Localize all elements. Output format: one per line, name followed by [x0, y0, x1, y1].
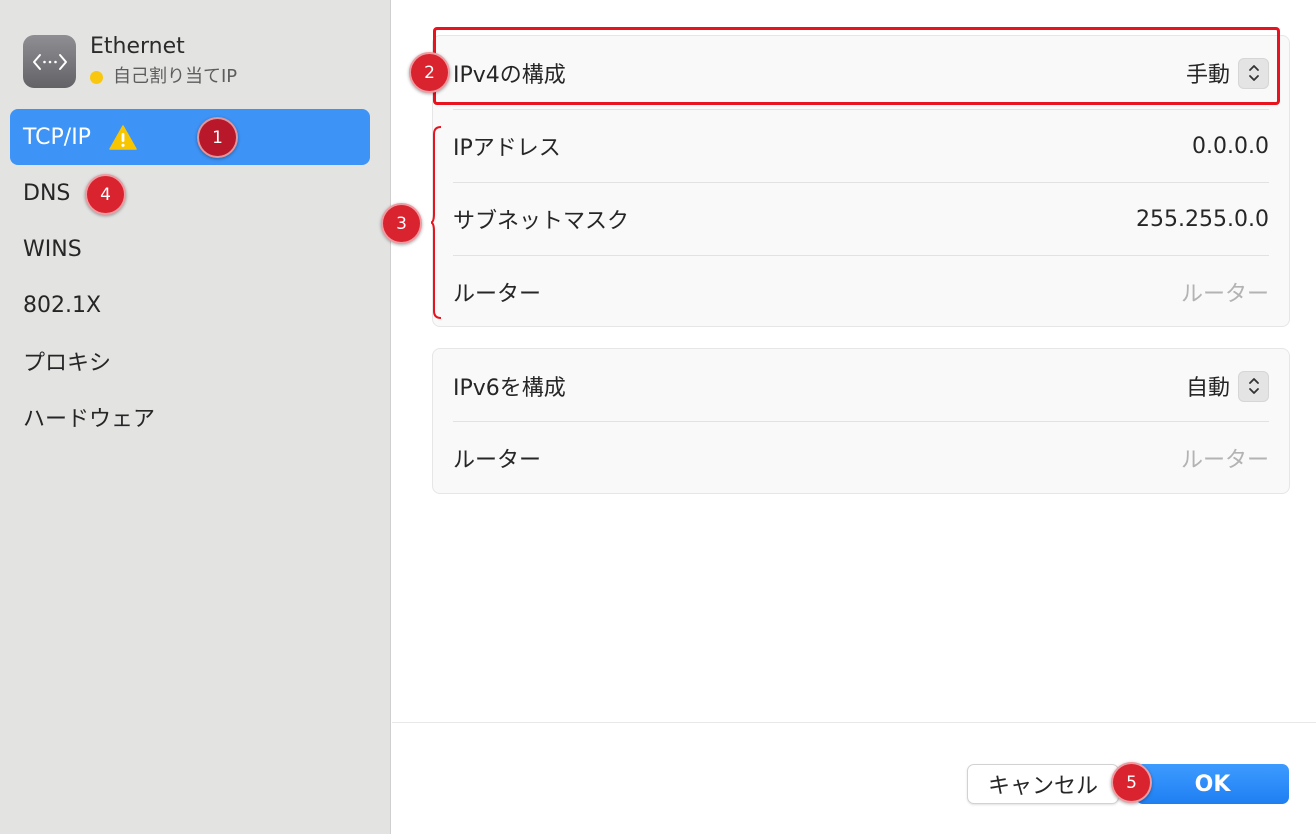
- annotation-badge-2: 2: [409, 52, 450, 93]
- ip-address-row: IPアドレス 0.0.0.0: [453, 109, 1269, 183]
- subnet-mask-label: サブネットマスク: [453, 209, 630, 234]
- annotation-badge-3: 3: [381, 203, 422, 244]
- annotation-badge-1: 1: [197, 117, 238, 158]
- ipv6-configure-label: IPv6を構成: [453, 376, 566, 401]
- sidebar-item-label: 802.1X: [23, 292, 102, 318]
- subnet-mask-field[interactable]: 255.255.0.0: [1136, 207, 1269, 232]
- ipv4-router-label: ルーター: [453, 282, 542, 307]
- ipv6-router-field[interactable]: ルーター: [1181, 442, 1269, 474]
- ipv6-configure-row: IPv6を構成 自動: [453, 349, 1269, 423]
- ok-button[interactable]: OK: [1136, 764, 1289, 804]
- sidebar-item-label: TCP/IP: [23, 124, 91, 150]
- interface-name: Ethernet: [90, 34, 185, 59]
- sidebar-item-8021x[interactable]: 802.1X: [10, 277, 370, 333]
- ipv4-router-row: ルーター ルーター: [453, 255, 1269, 329]
- sidebar-item-tcpip[interactable]: TCP/IP: [10, 109, 370, 165]
- sidebar-item-hardware[interactable]: ハードウェア: [10, 389, 370, 445]
- ip-address-field[interactable]: 0.0.0.0: [1192, 134, 1269, 159]
- ethernet-icon: [23, 35, 76, 88]
- sidebar-item-dns[interactable]: DNS: [10, 165, 370, 221]
- sidebar-item-label: DNS: [23, 180, 71, 206]
- ip-fields-bracket: [431, 126, 442, 319]
- warning-icon: [109, 124, 137, 150]
- status-dot-icon: [90, 70, 103, 84]
- footer-divider: [392, 722, 1316, 723]
- sidebar-item-wins[interactable]: WINS: [10, 221, 370, 277]
- ipv6-router-row: ルーター ルーター: [453, 421, 1269, 495]
- ipv4-router-field[interactable]: ルーター: [1181, 276, 1269, 308]
- subnet-mask-row: サブネットマスク 255.255.0.0: [453, 182, 1269, 256]
- interface-status-label: 自己割り当てIP: [113, 66, 238, 87]
- ipv6-router-label: ルーター: [453, 448, 542, 473]
- chevron-up-down-icon[interactable]: [1238, 370, 1269, 402]
- sidebar-item-label: ハードウェア: [23, 407, 156, 432]
- sidebar-nav: TCP/IP DNS WINS 802.1X プロキシ ハードウェア: [10, 109, 370, 445]
- ipv6-configure-value: 自動: [1185, 376, 1230, 401]
- sidebar: Ethernet 自己割り当てIP TCP/IP DNS WINS 802.1X…: [0, 0, 391, 834]
- sidebar-item-label: WINS: [23, 236, 82, 262]
- annotation-badge-4: 4: [85, 174, 126, 215]
- interface-status: 自己割り当てIP: [90, 64, 237, 90]
- cancel-button[interactable]: キャンセル: [967, 764, 1119, 804]
- ipv6-panel: IPv6を構成 自動 ルーター ルーター: [432, 348, 1290, 494]
- sidebar-item-proxy[interactable]: プロキシ: [10, 333, 370, 389]
- sidebar-item-label: プロキシ: [23, 351, 112, 376]
- interface-header: Ethernet 自己割り当てIP: [23, 34, 237, 90]
- annotation-badge-5: 5: [1111, 762, 1152, 803]
- ip-address-label: IPアドレス: [453, 136, 561, 161]
- ipv6-configure-popup[interactable]: 自動: [1186, 370, 1269, 402]
- ipv4-highlight-box: [433, 27, 1280, 105]
